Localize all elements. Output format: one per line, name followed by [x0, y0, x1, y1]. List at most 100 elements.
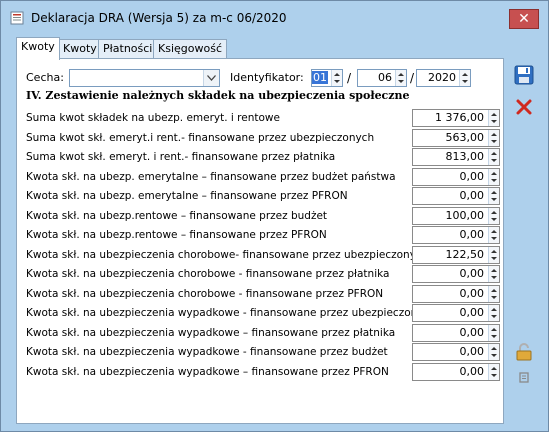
amount-input[interactable]: 122,50 — [412, 245, 500, 264]
form-panel: Cecha: Identyfikator: 01 / 06 / 2020 IV.… — [16, 58, 504, 424]
spin-arrows-icon[interactable] — [395, 70, 406, 86]
identyfikator-part2-input[interactable]: 06 — [357, 69, 407, 87]
amount-row: Kwota skł. na ubezpieczenia chorobowe - … — [26, 265, 502, 284]
row-label: Suma kwot skł. emeryt. i rent.- finansow… — [26, 151, 336, 163]
amount-value: 100,00 — [445, 208, 485, 222]
red-x-icon — [516, 99, 532, 115]
save-button[interactable] — [513, 64, 535, 86]
identyfikator-part3-input[interactable]: 2020 — [416, 69, 471, 87]
lock-button[interactable] — [513, 341, 535, 363]
row-label: Kwota skł. na ubezpieczenia chorobowe - … — [26, 287, 384, 300]
amount-input[interactable]: 0,00 — [412, 187, 500, 205]
amount-value: 0,00 — [459, 325, 485, 339]
amount-input[interactable]: 0,00 — [412, 323, 500, 342]
row-label: Kwota skł. na ubezpieczenia wypadkowe - … — [26, 346, 388, 358]
identyfikator-part1-input[interactable]: 01 — [311, 69, 343, 87]
amount-row: Kwota skł. na ubezpieczenia wypadkowe - … — [26, 304, 502, 323]
amount-row: Suma kwot skł. emeryt. i rent.- finansow… — [26, 148, 502, 167]
amount-value: 122,50 — [445, 247, 485, 261]
amount-row: Suma kwot skł. emeryt.i rent.- finansowa… — [26, 128, 502, 148]
spin-arrows-icon[interactable] — [488, 129, 499, 146]
spin-arrows-icon[interactable] — [488, 266, 499, 282]
amount-row: Kwota skł. na ubezpieczenia wypadkowe - … — [26, 343, 502, 362]
spin-arrows-icon[interactable] — [488, 188, 499, 204]
amount-row: Kwota skł. na ubezp. emerytalne – finans… — [26, 167, 502, 187]
spin-arrows-icon[interactable] — [488, 149, 499, 165]
amount-input[interactable]: 0,00 — [412, 167, 500, 186]
pin-button[interactable] — [513, 367, 535, 389]
chevron-down-icon[interactable] — [203, 70, 219, 86]
row-label: Kwota skł. na ubezp.rentowe – finansowan… — [26, 229, 327, 241]
row-label: Kwota skł. na ubezpieczenia chorobowe - … — [26, 268, 390, 280]
amount-row: Kwota skł. na ubezpieczenia chorobowe - … — [26, 284, 502, 304]
window-title: Deklaracja DRA (Wersja 5) za m-c 06/2020 — [31, 11, 287, 25]
amount-value: 0,00 — [459, 364, 485, 378]
identyfikator-part2-value: 06 — [378, 71, 392, 84]
amount-row: Kwota skł. na ubezp.rentowe – finansowan… — [26, 226, 502, 245]
section-title: IV. Zestawienie należnych składek na ube… — [26, 89, 410, 102]
amount-input[interactable]: 0,00 — [412, 284, 500, 303]
amount-input[interactable]: 0,00 — [412, 343, 500, 361]
row-label: Suma kwot składek na ubezp. emeryt. i re… — [26, 112, 280, 124]
pin-icon — [519, 372, 529, 383]
tab-kwoty-1[interactable]: Kwoty — [16, 37, 60, 60]
identyfikator-part3-value: 2020 — [428, 71, 456, 84]
spin-arrows-icon[interactable] — [488, 363, 499, 380]
amount-row: Suma kwot składek na ubezp. emeryt. i re… — [26, 109, 502, 128]
amount-value: 0,00 — [459, 228, 485, 241]
close-button[interactable]: ✕ — [509, 9, 539, 29]
spin-arrows-icon[interactable] — [488, 305, 499, 321]
tab-platnosci[interactable]: Płatności — [98, 39, 158, 59]
amount-row: Kwota skł. na ubezpieczenia wypadkowe – … — [26, 362, 502, 382]
amount-input[interactable]: 0,00 — [412, 265, 500, 283]
amount-row: Kwota skł. na ubezp. emerytalne – finans… — [26, 187, 502, 206]
amount-value: 0,00 — [459, 267, 485, 280]
spin-arrows-icon[interactable] — [331, 70, 342, 86]
spin-arrows-icon[interactable] — [488, 110, 499, 126]
spin-arrows-icon[interactable] — [488, 324, 499, 341]
floppy-disk-icon — [514, 65, 534, 85]
spin-arrows-icon[interactable] — [488, 285, 499, 302]
identyfikator-label: Identyfikator: — [230, 71, 304, 84]
amount-value: 0,00 — [459, 306, 485, 319]
slash-separator-1: / — [347, 71, 352, 85]
close-icon: ✕ — [518, 11, 530, 27]
row-label: Kwota skł. na ubezpieczenia wypadkowe - … — [26, 307, 436, 319]
amount-input[interactable]: 1 376,00 — [412, 109, 500, 127]
app-icon — [10, 11, 24, 25]
spin-arrows-icon[interactable] — [488, 207, 499, 224]
row-label: Kwota skł. na ubezpieczenia chorobowe- f… — [26, 248, 429, 261]
row-label: Kwota skł. na ubezpieczenia wypadkowe – … — [26, 365, 389, 378]
amount-input[interactable]: 813,00 — [412, 148, 500, 166]
spin-arrows-icon[interactable] — [488, 227, 499, 243]
tab-kwoty-2[interactable]: Kwoty — [58, 39, 102, 59]
spin-arrows-icon[interactable] — [488, 246, 499, 263]
spin-arrows-icon[interactable] — [488, 344, 499, 360]
title-bar: Deklaracja DRA (Wersja 5) za m-c 06/2020… — [1, 1, 548, 35]
cecha-dropdown[interactable] — [69, 69, 220, 87]
amount-input[interactable]: 0,00 — [412, 304, 500, 322]
dialog-window: Deklaracja DRA (Wersja 5) za m-c 06/2020… — [0, 0, 549, 432]
padlock-icon — [516, 343, 532, 361]
amount-row: Kwota skł. na ubezp.rentowe – finansowan… — [26, 206, 502, 226]
amount-value: 0,00 — [459, 345, 485, 358]
cancel-button[interactable] — [513, 96, 535, 118]
amount-value: 563,00 — [445, 130, 485, 144]
amount-input[interactable]: 0,00 — [412, 362, 500, 381]
amount-value: 0,00 — [459, 286, 485, 300]
amount-row: Kwota skł. na ubezpieczenia wypadkowe – … — [26, 323, 502, 343]
row-label: Kwota skł. na ubezpieczenia wypadkowe – … — [26, 326, 396, 339]
row-label: Kwota skł. na ubezp. emerytalne – finans… — [26, 170, 396, 183]
amount-input[interactable]: 100,00 — [412, 206, 500, 225]
amount-value: 1 376,00 — [435, 111, 484, 124]
spin-arrows-icon[interactable] — [459, 70, 470, 86]
row-label: Kwota skł. na ubezp. emerytalne – finans… — [26, 190, 348, 202]
spin-arrows-icon[interactable] — [488, 168, 499, 185]
amount-value: 0,00 — [459, 189, 485, 202]
amount-input[interactable]: 563,00 — [412, 128, 500, 147]
row-label: Kwota skł. na ubezp.rentowe – finansowan… — [26, 209, 328, 222]
row-label: Suma kwot skł. emeryt.i rent.- finansowa… — [26, 131, 375, 144]
cecha-label: Cecha: — [26, 71, 64, 84]
tab-ksiegowosc[interactable]: Księgowość — [153, 39, 227, 59]
amount-input[interactable]: 0,00 — [412, 226, 500, 244]
